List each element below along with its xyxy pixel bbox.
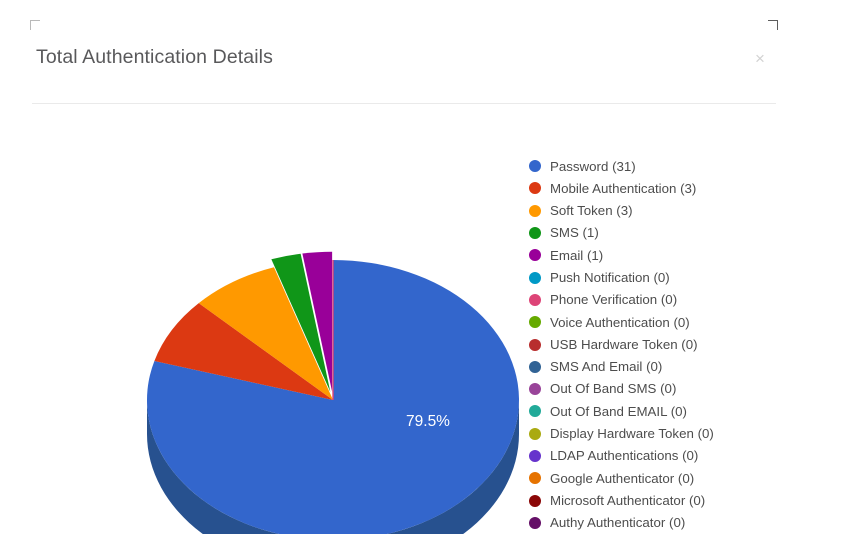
legend-item[interactable]: Out Of Band EMAIL (0) bbox=[529, 400, 794, 422]
pie-slices bbox=[147, 251, 519, 534]
legend-swatch-icon bbox=[529, 450, 541, 462]
legend-item-label: Display Hardware Token (0) bbox=[550, 426, 714, 442]
legend-item[interactable]: Authy Authenticator (0) bbox=[529, 512, 794, 534]
legend-swatch-icon bbox=[529, 182, 541, 195]
modal-header: Total Authentication Details × bbox=[8, 32, 798, 104]
legend-swatch-icon bbox=[529, 338, 541, 351]
legend-item[interactable]: USB Hardware Token (0) bbox=[529, 333, 794, 355]
legend-item-label: Password (31) bbox=[550, 158, 636, 174]
close-icon[interactable]: × bbox=[743, 44, 777, 74]
legend-swatch-icon bbox=[529, 227, 541, 240]
legend-swatch-icon bbox=[529, 383, 541, 396]
legend-item-label: Push Notification (0) bbox=[550, 269, 670, 285]
pie-slice-percent-label: 7.7% bbox=[241, 209, 275, 226]
legend-swatch-icon bbox=[529, 293, 541, 306]
legend-swatch-icon bbox=[529, 204, 541, 217]
legend-item-label: Email (1) bbox=[550, 247, 604, 263]
legend-item[interactable]: Email (1) bbox=[529, 244, 794, 266]
legend-swatch-icon bbox=[529, 472, 541, 485]
legend-item-label: Mobile Authentication (3) bbox=[550, 180, 697, 196]
legend-item-label: Microsoft Authenticator (0) bbox=[550, 492, 706, 508]
legend-swatch-icon bbox=[529, 516, 541, 529]
legend-swatch-icon bbox=[529, 427, 541, 440]
pie-slice-percent-label: 2.6% bbox=[309, 183, 343, 200]
legend-swatch-icon bbox=[529, 405, 541, 418]
legend-swatch-icon bbox=[529, 271, 541, 284]
legend-item[interactable]: Password (31) bbox=[529, 155, 794, 177]
legend-item[interactable]: Out Of Band SMS (0) bbox=[529, 378, 794, 400]
legend-item-label: SMS And Email (0) bbox=[550, 359, 663, 375]
legend-item[interactable]: Voice Authentication (0) bbox=[529, 311, 794, 333]
legend-swatch-icon bbox=[529, 360, 541, 373]
modal-corner-top-left bbox=[30, 20, 40, 30]
legend-item-label: USB Hardware Token (0) bbox=[550, 336, 698, 352]
legend-item-label: SMS (1) bbox=[550, 225, 599, 241]
legend-swatch-icon bbox=[529, 160, 541, 173]
legend-item[interactable]: Push Notification (0) bbox=[529, 266, 794, 288]
pie-slice-percent-label: 79.5% bbox=[406, 413, 450, 430]
legend-item-label: Out Of Band EMAIL (0) bbox=[550, 403, 687, 419]
legend-swatch-icon bbox=[529, 494, 541, 507]
modal-corner-top-right bbox=[768, 20, 778, 30]
legend-item-label: Voice Authentication (0) bbox=[550, 314, 690, 330]
legend-item[interactable]: Google Authenticator (0) bbox=[529, 467, 794, 489]
pie-chart-canvas: 79.5% 7.7% 7.7% 2.6% 2.6% bbox=[8, 100, 528, 534]
legend-item-label: Soft Token (3) bbox=[550, 203, 633, 219]
authentication-details-modal: Total Authentication Details × 79.5% 7.7%… bbox=[8, 14, 798, 534]
legend-item[interactable]: Display Hardware Token (0) bbox=[529, 423, 794, 445]
legend-item[interactable]: Soft Token (3) bbox=[529, 200, 794, 222]
chart-legend: Password (31) Mobile Authentication (3) So… bbox=[529, 155, 794, 534]
legend-item-label: Phone Verification (0) bbox=[550, 292, 678, 308]
pie-chart: 79.5% 7.7% 7.7% 2.6% 2.6% Password (31) Mobil… bbox=[8, 100, 798, 534]
legend-item-label: Authy Authenticator (0) bbox=[550, 515, 686, 531]
legend-item-label: Out Of Band SMS (0) bbox=[550, 381, 677, 397]
pie-chart-svg: 79.5%7.7%7.7%2.6%2.6% bbox=[147, 183, 519, 534]
legend-item[interactable]: Phone Verification (0) bbox=[529, 289, 794, 311]
page-title: Total Authentication Details bbox=[36, 46, 273, 68]
legend-item[interactable]: SMS And Email (0) bbox=[529, 356, 794, 378]
legend-item[interactable]: Mobile Authentication (3) bbox=[529, 177, 794, 199]
legend-item[interactable]: SMS (1) bbox=[529, 222, 794, 244]
pie-slice-percent-label: 7.7% bbox=[186, 253, 220, 270]
legend-item[interactable]: LDAP Authentications (0) bbox=[529, 445, 794, 467]
legend-swatch-icon bbox=[529, 316, 541, 329]
legend-item[interactable]: Microsoft Authenticator (0) bbox=[529, 489, 794, 511]
legend-item-label: LDAP Authentications (0) bbox=[550, 448, 699, 464]
legend-item-label: Google Authenticator (0) bbox=[550, 470, 695, 486]
legend-swatch-icon bbox=[529, 249, 541, 262]
